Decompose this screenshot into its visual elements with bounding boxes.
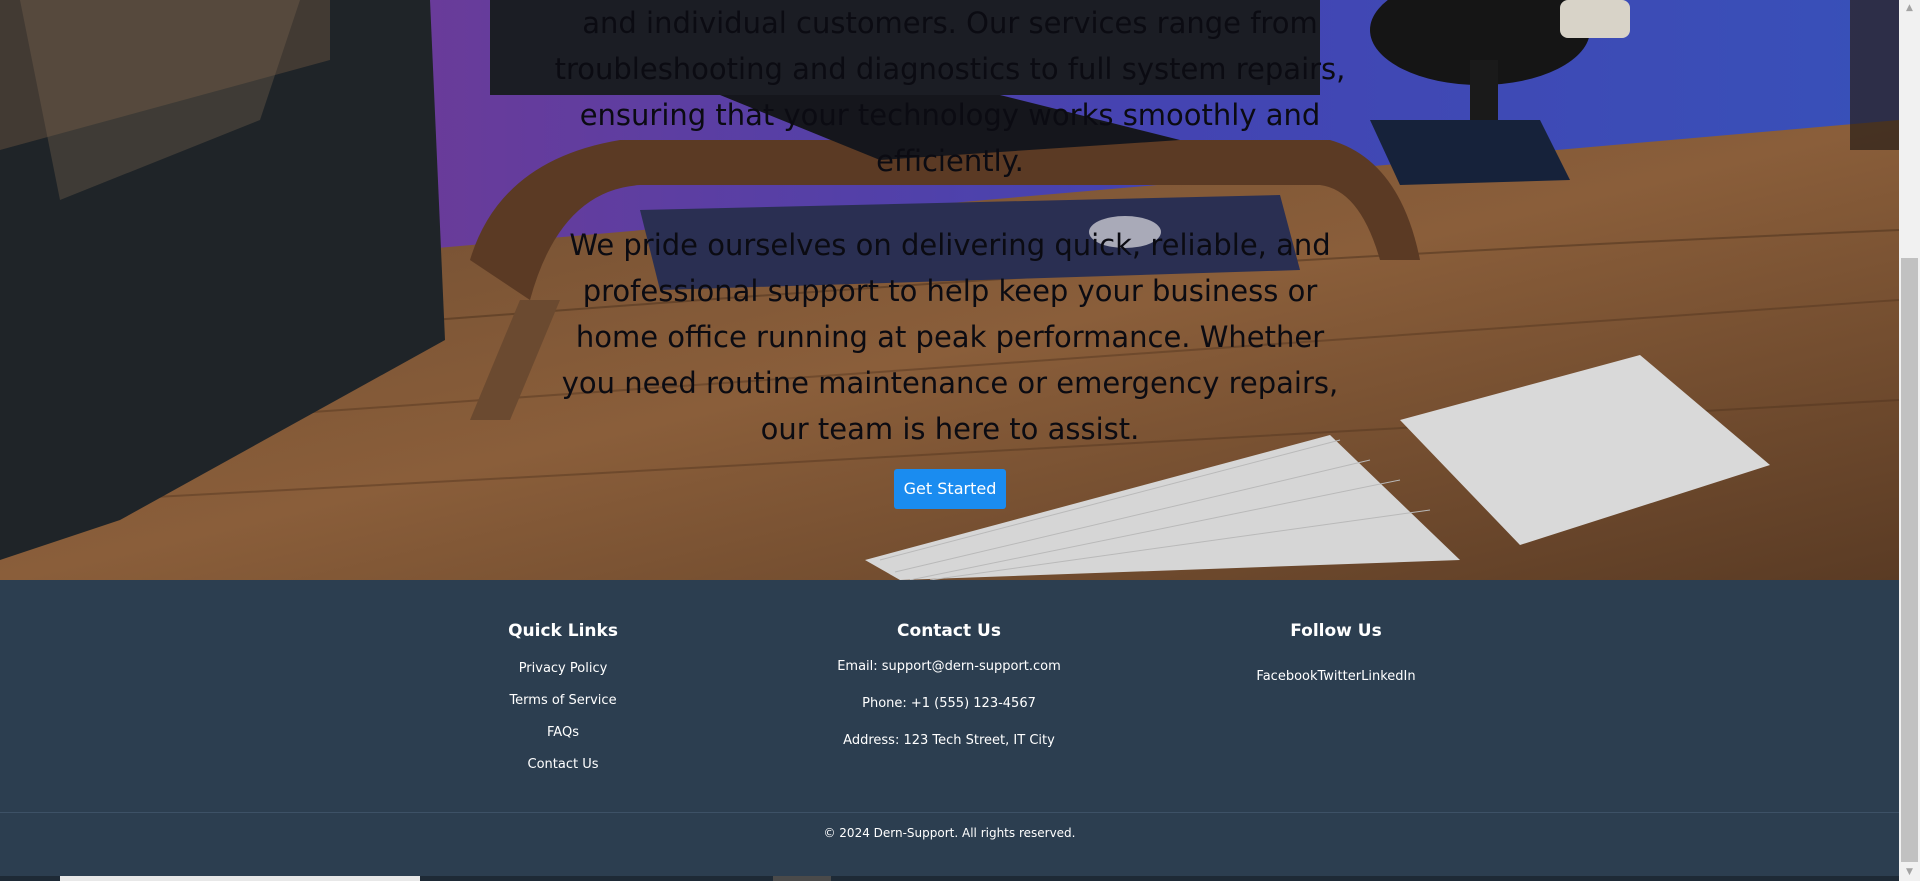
- site-footer: Quick Links Privacy Policy Terms of Serv…: [0, 580, 1899, 881]
- linkedin-link[interactable]: LinkedIn: [1361, 669, 1415, 684]
- follow-heading: Follow Us: [1290, 621, 1382, 641]
- contact-us-link[interactable]: Contact Us: [413, 756, 713, 774]
- bottom-strip-segment: [60, 876, 420, 881]
- privacy-policy-link[interactable]: Privacy Policy: [413, 660, 713, 678]
- facebook-link[interactable]: Facebook: [1256, 669, 1317, 684]
- vertical-scrollbar[interactable]: ▲ ▼: [1899, 0, 1920, 881]
- contact-address: Address: 123 Tech Street, IT City: [843, 733, 1055, 748]
- hero-paragraph-pride: We pride ourselves on delivering quick, …: [561, 228, 1339, 446]
- scroll-up-arrow-icon[interactable]: ▲: [1899, 0, 1920, 17]
- get-started-button[interactable]: Get Started: [894, 469, 1006, 509]
- faqs-link[interactable]: FAQs: [413, 724, 713, 742]
- footer-divider: [0, 812, 1899, 813]
- contact-phone: Phone: +1 (555) 123-4567: [862, 696, 1036, 711]
- bottom-strip-segment: [773, 876, 831, 881]
- social-links: FacebookTwitterLinkedIn: [1186, 668, 1486, 686]
- scroll-thumb[interactable]: [1901, 258, 1918, 862]
- contact-email: Email: support@dern-support.com: [837, 659, 1061, 674]
- hero-paragraph-services: and individual customers. Our services r…: [554, 6, 1346, 178]
- bottom-strip: [0, 876, 1899, 881]
- scroll-down-arrow-icon[interactable]: ▼: [1899, 864, 1920, 881]
- twitter-link[interactable]: Twitter: [1318, 669, 1362, 684]
- quick-links-heading: Quick Links: [508, 621, 618, 641]
- copyright-text: © 2024 Dern-Support. All rights reserved…: [823, 826, 1076, 840]
- terms-of-service-link[interactable]: Terms of Service: [413, 692, 713, 710]
- hero-section: and individual customers. Our services r…: [0, 0, 1899, 580]
- contact-heading: Contact Us: [897, 621, 1001, 641]
